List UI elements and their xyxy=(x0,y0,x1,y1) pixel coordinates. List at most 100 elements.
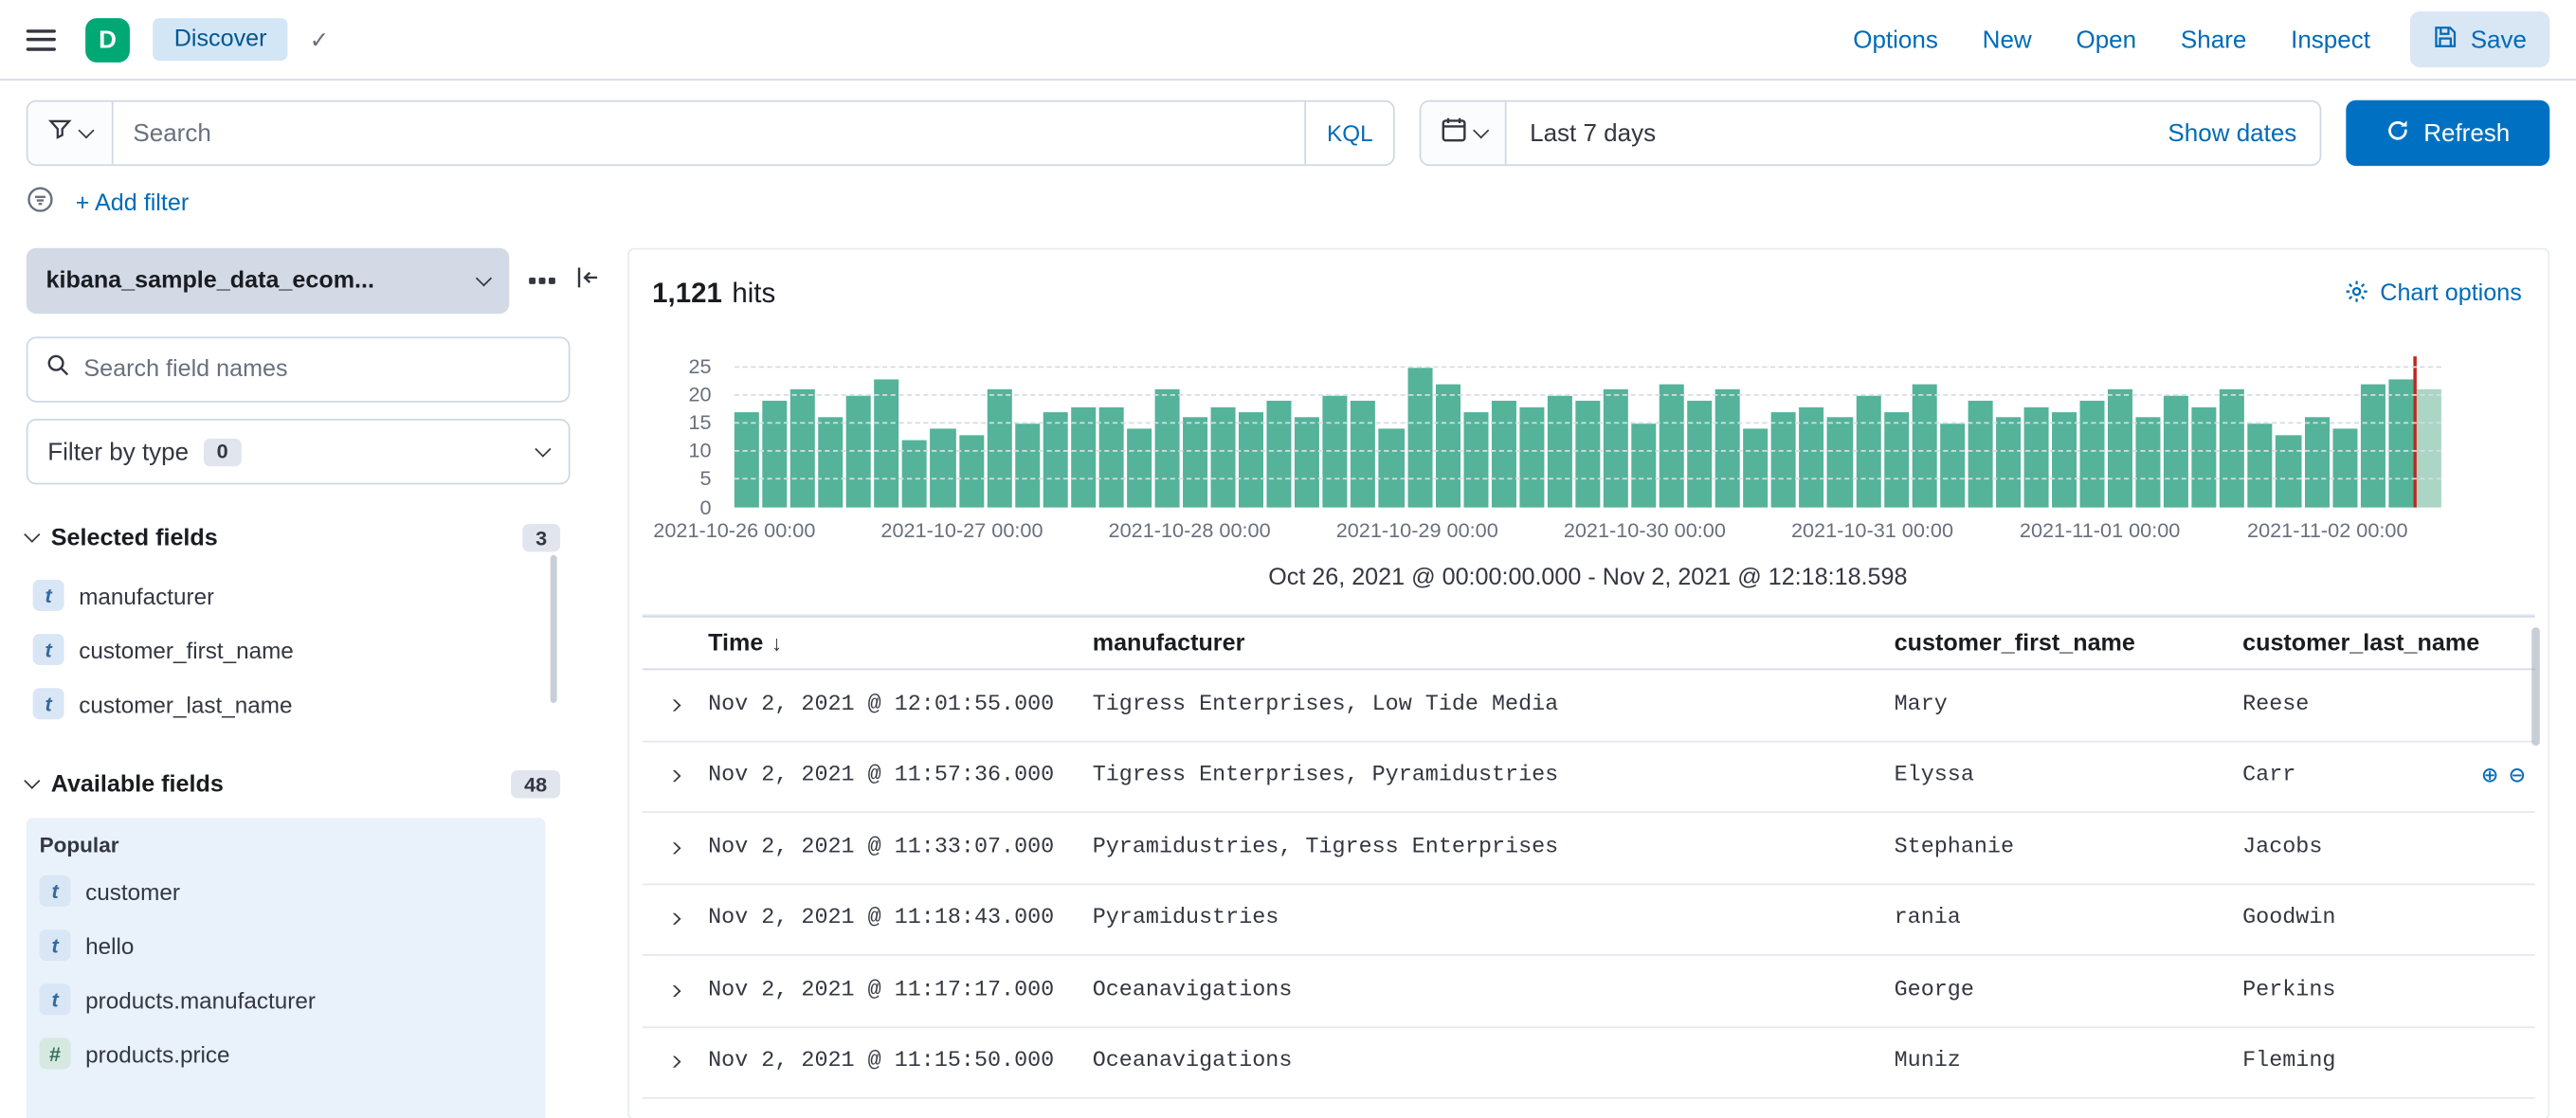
histogram-bar[interactable] xyxy=(2135,418,2161,508)
filter-by-type-select[interactable]: Filter by type 0 xyxy=(26,419,571,485)
cell-customer-last-name: Jacobs xyxy=(2242,835,2323,860)
histogram-bar[interactable] xyxy=(1912,384,1937,508)
histogram-bar[interactable] xyxy=(818,418,844,508)
histogram-bar[interactable] xyxy=(789,389,816,508)
expand-row-icon[interactable] xyxy=(663,841,680,854)
expand-row-icon[interactable] xyxy=(663,913,680,926)
filter-for-icon[interactable]: ⊕ xyxy=(2482,764,2498,790)
histogram-bar[interactable] xyxy=(2276,434,2301,508)
y-axis-tick-label: 15 xyxy=(688,411,712,435)
breadcrumb-discover[interactable]: Discover xyxy=(153,18,289,62)
histogram-bars xyxy=(734,356,2441,508)
nav-link-share[interactable]: Share xyxy=(2181,26,2246,53)
sidebar-scrollbar[interactable] xyxy=(550,554,557,703)
histogram-bar[interactable] xyxy=(1603,389,1628,508)
histogram-bar[interactable] xyxy=(1883,412,1909,508)
field-item[interactable]: t customer_last_name xyxy=(27,676,542,730)
show-dates-button[interactable]: Show dates xyxy=(2145,101,2319,164)
column-header-time[interactable]: Time ↓ xyxy=(701,630,1086,657)
saved-query-menu-button[interactable] xyxy=(27,101,114,165)
space-avatar[interactable]: D xyxy=(85,17,130,63)
expand-row-icon[interactable] xyxy=(663,699,680,712)
histogram-bar[interactable] xyxy=(2079,401,2105,508)
histogram-bar[interactable] xyxy=(1462,412,1488,508)
field-item[interactable]: # products.price xyxy=(27,1026,546,1080)
histogram-bar[interactable] xyxy=(1014,424,1040,508)
expand-row-icon[interactable] xyxy=(663,770,680,783)
boxes-horizontal-icon[interactable] xyxy=(529,278,555,284)
histogram-bar[interactable] xyxy=(1379,428,1405,508)
histogram-bar[interactable] xyxy=(2331,428,2357,508)
histogram-bar[interactable] xyxy=(2360,384,2386,508)
expand-row-icon[interactable] xyxy=(663,984,680,997)
histogram-bar[interactable] xyxy=(2416,389,2441,508)
histogram-bar[interactable] xyxy=(1295,418,1320,508)
histogram-bar[interactable] xyxy=(1771,412,1797,508)
field-type-icon: t xyxy=(32,579,64,611)
histogram-bar[interactable] xyxy=(1631,424,1657,508)
histogram-bar[interactable] xyxy=(1126,428,1152,508)
histogram-bar[interactable] xyxy=(958,434,984,508)
chart-options-button[interactable]: Chart options xyxy=(2344,279,2529,310)
field-item[interactable]: t manufacturer xyxy=(27,568,542,622)
save-button[interactable]: Save xyxy=(2409,11,2550,68)
histogram-bar[interactable] xyxy=(1995,418,2021,508)
histogram-bar[interactable] xyxy=(1239,412,1264,508)
refresh-icon xyxy=(2386,117,2410,149)
histogram-bar[interactable] xyxy=(1154,389,1180,508)
refresh-button[interactable]: Refresh xyxy=(2346,99,2550,167)
histogram-bar[interactable] xyxy=(2108,389,2133,508)
nav-link-new[interactable]: New xyxy=(1983,26,2032,53)
histogram-bar[interactable] xyxy=(2220,389,2245,508)
histogram-bar[interactable] xyxy=(2051,412,2077,508)
available-fields-header[interactable]: Available fields 48 xyxy=(24,769,571,799)
histogram-bar[interactable] xyxy=(1491,401,1516,508)
column-header-manufacturer[interactable]: manufacturer xyxy=(1086,630,1888,657)
histogram-bar[interactable] xyxy=(1968,401,1993,508)
expand-row-icon[interactable] xyxy=(663,1056,680,1069)
column-header-customer_last_name[interactable]: customer_last_name xyxy=(2236,630,2534,657)
histogram-bar[interactable] xyxy=(874,378,899,508)
collapse-sidebar-icon[interactable] xyxy=(574,263,601,298)
time-range-value[interactable]: Last 7 days xyxy=(1507,101,1679,164)
histogram-bar[interactable] xyxy=(1743,428,1769,508)
date-quick-select-button[interactable] xyxy=(1421,101,1507,165)
filter-icon[interactable] xyxy=(27,186,54,222)
index-pattern-select[interactable]: kibana_sample_data_ecom... xyxy=(26,247,510,315)
field-item[interactable]: t hello xyxy=(27,918,546,972)
histogram-bar[interactable] xyxy=(1351,401,1376,508)
histogram-bar[interactable] xyxy=(1435,384,1460,508)
selected-fields-header[interactable]: Selected fields 3 xyxy=(24,523,571,552)
nav-link-options[interactable]: Options xyxy=(1853,26,1938,53)
histogram-bar[interactable] xyxy=(1266,401,1292,508)
field-item[interactable]: t products.manufacturer xyxy=(27,972,546,1026)
field-search-input[interactable] xyxy=(83,356,551,383)
field-item[interactable]: t customer_first_name xyxy=(27,622,542,676)
filter-out-icon[interactable]: ⊖ xyxy=(2510,764,2526,790)
menu-hamburger-icon[interactable] xyxy=(26,28,56,50)
nav-link-inspect[interactable]: Inspect xyxy=(2291,26,2370,53)
search-input[interactable] xyxy=(113,101,1305,165)
main-scrollbar[interactable] xyxy=(2531,627,2540,746)
histogram-bar[interactable] xyxy=(1715,389,1741,508)
histogram-bar[interactable] xyxy=(2387,378,2413,508)
histogram-bar[interactable] xyxy=(1406,367,1432,508)
histogram-bar[interactable] xyxy=(762,401,788,508)
column-header-customer_first_name[interactable]: customer_first_name xyxy=(1888,630,2236,657)
histogram-bar[interactable] xyxy=(1043,412,1068,508)
query-language-button[interactable]: KQL xyxy=(1304,101,1394,165)
histogram-bar[interactable] xyxy=(734,412,759,508)
histogram-bar[interactable] xyxy=(2304,418,2330,508)
histogram-bar[interactable] xyxy=(987,389,1012,508)
histogram-bar[interactable] xyxy=(2247,424,2274,508)
histogram-bar[interactable] xyxy=(1687,401,1713,508)
histogram-bar[interactable] xyxy=(1827,418,1853,508)
histogram-bar[interactable] xyxy=(1183,418,1208,508)
add-filter-button[interactable]: + Add filter xyxy=(76,190,189,217)
field-item[interactable]: t customer xyxy=(27,864,546,918)
histogram-bar[interactable] xyxy=(1939,424,1965,508)
nav-link-open[interactable]: Open xyxy=(2077,26,2137,53)
histogram-bar[interactable] xyxy=(1659,384,1684,508)
histogram-bar[interactable] xyxy=(930,428,955,508)
histogram-bar[interactable] xyxy=(1575,401,1601,508)
